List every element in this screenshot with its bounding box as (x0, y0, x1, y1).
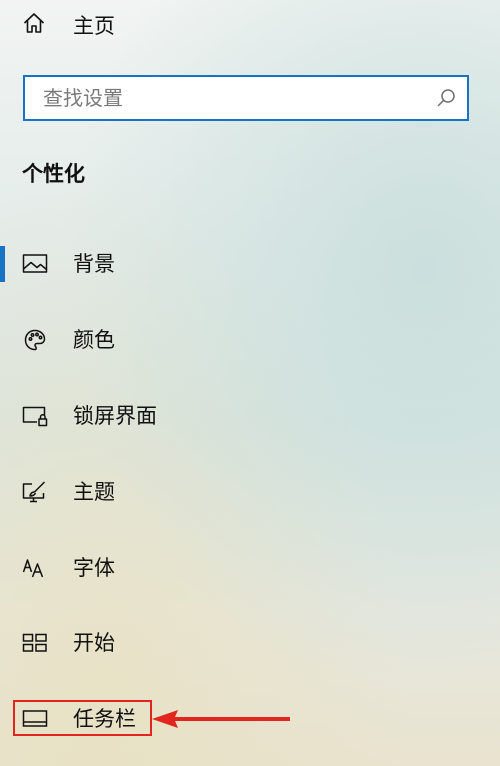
nav-item-fonts[interactable]: 字体 (0, 548, 300, 588)
theme-brush-icon (22, 480, 48, 504)
lock-screen-icon (22, 404, 48, 428)
nav-item-label: 颜色 (73, 328, 115, 352)
picture-icon (22, 252, 48, 276)
nav-item-label: 字体 (73, 556, 115, 580)
palette-icon (22, 328, 48, 352)
nav-item-label: 锁屏界面 (73, 404, 157, 428)
nav-item-label: 主题 (73, 480, 115, 504)
nav-item-lock-screen[interactable]: 锁屏界面 (0, 396, 300, 436)
home-label: 主页 (73, 14, 115, 38)
nav-item-themes[interactable]: 主题 (0, 472, 300, 512)
nav-item-colors[interactable]: 颜色 (0, 320, 300, 360)
selected-indicator (0, 246, 5, 282)
annotation-highlight-box (13, 700, 152, 736)
start-tiles-icon (22, 631, 48, 655)
nav-item-start[interactable]: 开始 (0, 623, 300, 663)
nav-item-label: 开始 (73, 631, 115, 655)
search-icon[interactable] (435, 87, 457, 109)
nav-item-label: 背景 (73, 252, 115, 276)
nav-item-background[interactable]: 背景 (0, 244, 300, 284)
search-input[interactable] (25, 77, 435, 119)
home-nav-item[interactable]: 主页 (22, 8, 115, 42)
home-icon (22, 11, 46, 39)
section-title: 个性化 (22, 162, 85, 186)
annotation-arrow (152, 710, 290, 728)
font-icon (22, 556, 48, 580)
search-box[interactable] (23, 75, 469, 121)
